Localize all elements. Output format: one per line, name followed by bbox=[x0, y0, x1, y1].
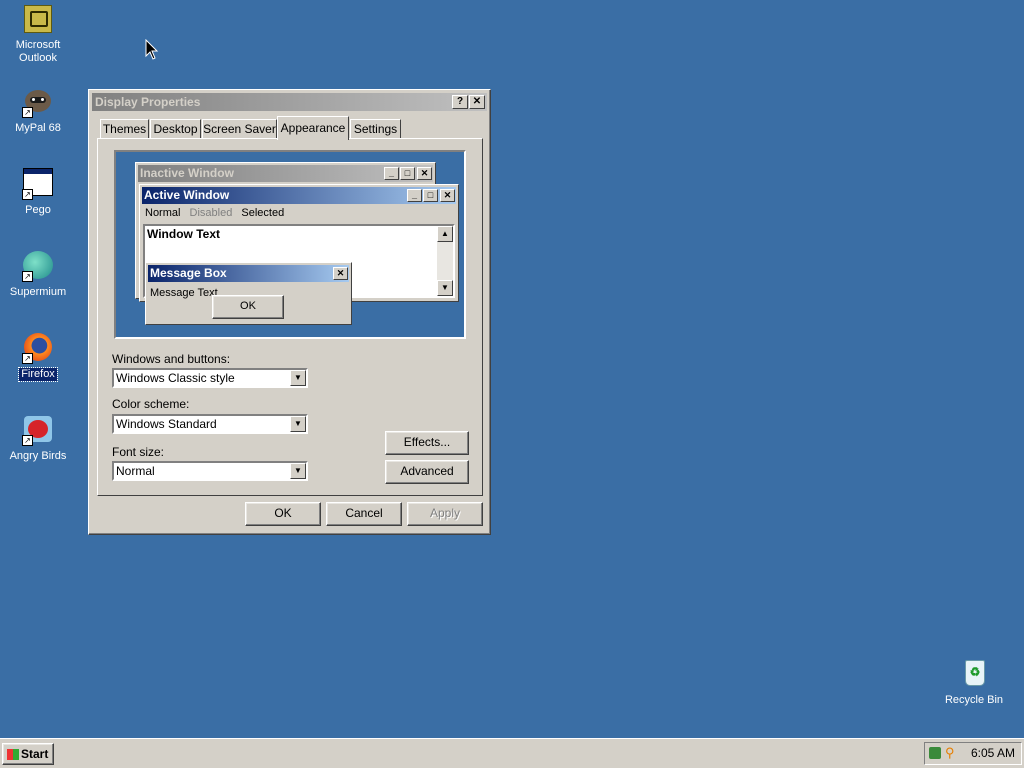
menu-selected: Selected bbox=[241, 207, 285, 219]
chevron-down-icon[interactable]: ▼ bbox=[290, 416, 306, 432]
font-size-select[interactable]: Normal ▼ bbox=[112, 461, 308, 481]
menu-disabled: Disabled bbox=[189, 207, 233, 219]
supermium-icon: ↗ bbox=[22, 250, 54, 282]
scroll-down-icon: ▼ bbox=[437, 280, 453, 296]
mouse-cursor-icon bbox=[145, 38, 159, 64]
apply-button[interactable]: Apply bbox=[407, 502, 483, 526]
windows-buttons-label: Windows and buttons: bbox=[112, 352, 231, 366]
maximize-icon: □ bbox=[423, 189, 438, 202]
advanced-button[interactable]: Advanced bbox=[385, 460, 469, 484]
window-text: Window Text bbox=[147, 227, 220, 241]
desktop-icon-firefox[interactable]: ↗ Firefox bbox=[0, 332, 76, 382]
desktop-icon-angry-birds[interactable]: ↗ Angry Birds bbox=[0, 414, 76, 463]
firefox-icon: ↗ bbox=[22, 332, 54, 364]
shortcut-arrow-icon: ↗ bbox=[22, 107, 33, 118]
preview-msgbox-titlebar: Message Box ✕ bbox=[148, 265, 349, 282]
chevron-down-icon[interactable]: ▼ bbox=[290, 463, 306, 479]
desktop-icon-supermium[interactable]: ↗ Supermium bbox=[0, 250, 76, 299]
color-scheme-label: Color scheme: bbox=[112, 397, 190, 411]
windows-buttons-select[interactable]: Windows Classic style ▼ bbox=[112, 368, 308, 388]
desktop-icon-recycle-bin[interactable]: ♻ Recycle Bin bbox=[936, 658, 1012, 707]
angry-birds-icon: ↗ bbox=[22, 414, 54, 446]
shortcut-arrow-icon: ↗ bbox=[22, 353, 33, 364]
scroll-up-icon: ▲ bbox=[437, 226, 453, 242]
ok-button[interactable]: OK bbox=[245, 502, 321, 526]
dialog-title: Display Properties bbox=[95, 95, 201, 109]
taskbar: Start ⚲ 6:05 AM bbox=[0, 738, 1024, 768]
color-scheme-select[interactable]: Windows Standard ▼ bbox=[112, 414, 308, 434]
desktop-icon-outlook[interactable]: Microsoft Outlook bbox=[0, 3, 76, 65]
search-icon[interactable]: ⚲ bbox=[945, 746, 955, 760]
tab-themes[interactable]: Themes bbox=[100, 119, 149, 139]
preview-ok-button: OK bbox=[212, 295, 284, 319]
minimize-icon: _ bbox=[407, 189, 422, 202]
recycle-bin-icon: ♻ bbox=[958, 658, 990, 690]
outlook-icon bbox=[22, 3, 54, 35]
desktop-icon-mypal[interactable]: ↗ MyPal 68 bbox=[0, 86, 76, 135]
dialog-titlebar[interactable]: Display Properties ? ✕ bbox=[92, 93, 487, 111]
message-text: Message Text bbox=[150, 287, 218, 299]
close-button[interactable]: ✕ bbox=[469, 95, 485, 109]
preview-menu-bar: Normal Disabled Selected bbox=[145, 207, 284, 219]
preview-scrollbar: ▲ ▼ bbox=[437, 226, 453, 296]
shortcut-arrow-icon: ↗ bbox=[22, 189, 33, 200]
close-icon: ✕ bbox=[440, 189, 455, 202]
system-tray: ⚲ 6:05 AM bbox=[924, 742, 1022, 765]
desktop-icon-label: Recycle Bin bbox=[944, 694, 1004, 706]
close-icon: ✕ bbox=[333, 267, 348, 280]
close-icon: ✕ bbox=[472, 96, 482, 107]
application-icon: ↗ bbox=[22, 168, 54, 200]
mypal-icon: ↗ bbox=[22, 86, 54, 118]
clock[interactable]: 6:05 AM bbox=[971, 743, 1015, 764]
preview-inactive-titlebar: Inactive Window _ □ ✕ bbox=[138, 165, 433, 182]
desktop-icon-label: Firefox bbox=[18, 367, 58, 382]
tab-settings[interactable]: Settings bbox=[350, 119, 401, 139]
network-icon[interactable] bbox=[929, 747, 941, 759]
tab-screen-saver[interactable]: Screen Saver bbox=[202, 119, 277, 139]
effects-button[interactable]: Effects... bbox=[385, 431, 469, 455]
desktop-icon-label: Supermium bbox=[9, 286, 67, 298]
tab-appearance[interactable]: Appearance bbox=[277, 116, 349, 140]
desktop-icon-pego[interactable]: ↗ Pego bbox=[0, 168, 76, 217]
shortcut-arrow-icon: ↗ bbox=[22, 271, 33, 282]
desktop-icon-label: Angry Birds bbox=[9, 450, 67, 462]
cancel-button[interactable]: Cancel bbox=[326, 502, 402, 526]
maximize-icon: □ bbox=[400, 167, 415, 180]
chevron-down-icon[interactable]: ▼ bbox=[290, 370, 306, 386]
close-icon: ✕ bbox=[417, 167, 432, 180]
windows-logo-icon bbox=[7, 749, 19, 761]
font-size-label: Font size: bbox=[112, 445, 165, 459]
tab-desktop[interactable]: Desktop bbox=[150, 119, 201, 139]
desktop-icon-label: Pego bbox=[25, 204, 51, 216]
shortcut-arrow-icon: ↗ bbox=[22, 435, 33, 446]
minimize-icon: _ bbox=[384, 167, 399, 180]
start-button[interactable]: Start bbox=[2, 743, 54, 765]
preview-active-titlebar: Active Window _ □ ✕ bbox=[142, 187, 456, 204]
desktop-icon-label: Microsoft Outlook bbox=[15, 39, 61, 64]
appearance-preview: Inactive Window _ □ ✕ Active Window _ □ … bbox=[114, 150, 466, 339]
help-button[interactable]: ? bbox=[452, 95, 468, 109]
desktop-icon-label: MyPal 68 bbox=[15, 122, 61, 134]
menu-normal: Normal bbox=[145, 207, 181, 219]
preview-message-box: Message Box ✕ Message Text OK bbox=[145, 262, 352, 325]
